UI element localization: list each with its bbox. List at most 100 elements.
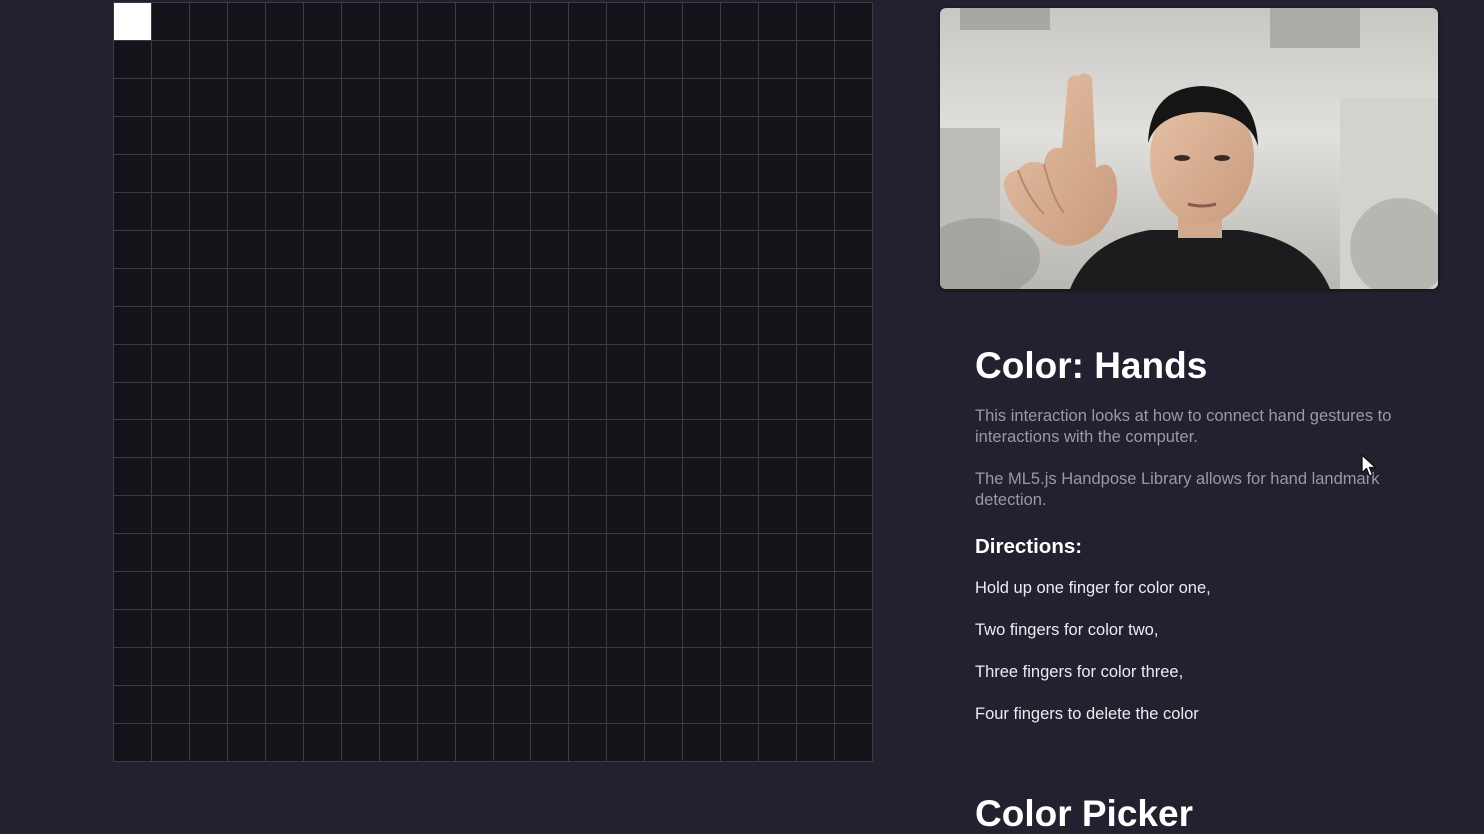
grid-cell[interactable] bbox=[417, 230, 456, 269]
grid-cell[interactable] bbox=[835, 116, 873, 155]
grid-cell[interactable] bbox=[683, 268, 722, 307]
grid-cell[interactable] bbox=[607, 648, 646, 687]
grid-cell[interactable] bbox=[151, 572, 190, 611]
grid-cell[interactable] bbox=[797, 534, 836, 573]
grid-cell[interactable] bbox=[265, 268, 304, 307]
grid-cell[interactable] bbox=[721, 686, 760, 725]
grid-cell[interactable] bbox=[797, 496, 836, 535]
grid-cell[interactable] bbox=[835, 344, 873, 383]
grid-cell[interactable] bbox=[189, 496, 228, 535]
grid-cell[interactable] bbox=[303, 230, 342, 269]
grid-cell[interactable] bbox=[759, 534, 798, 573]
grid-cell[interactable] bbox=[607, 230, 646, 269]
grid-cell[interactable] bbox=[227, 116, 266, 155]
grid-cell[interactable] bbox=[189, 78, 228, 117]
grid-cell[interactable] bbox=[607, 268, 646, 307]
grid-cell[interactable] bbox=[835, 154, 873, 193]
grid-cell[interactable] bbox=[759, 420, 798, 459]
grid-cell[interactable] bbox=[721, 496, 760, 535]
grid-cell[interactable] bbox=[531, 534, 570, 573]
grid-cell[interactable] bbox=[683, 382, 722, 421]
grid-cell[interactable] bbox=[531, 268, 570, 307]
grid-cell[interactable] bbox=[645, 686, 684, 725]
grid-cell[interactable] bbox=[341, 268, 380, 307]
grid-cell[interactable] bbox=[569, 230, 608, 269]
grid-cell[interactable] bbox=[759, 116, 798, 155]
grid-cell[interactable] bbox=[265, 686, 304, 725]
grid-cell[interactable] bbox=[493, 686, 532, 725]
grid-cell[interactable] bbox=[683, 116, 722, 155]
grid-cell[interactable] bbox=[341, 230, 380, 269]
grid-cell[interactable] bbox=[379, 686, 418, 725]
grid-cell[interactable] bbox=[379, 230, 418, 269]
grid-cell[interactable] bbox=[151, 648, 190, 687]
grid-cell[interactable] bbox=[569, 344, 608, 383]
grid-cell[interactable] bbox=[417, 648, 456, 687]
grid-cell[interactable] bbox=[303, 382, 342, 421]
grid-cell[interactable] bbox=[569, 306, 608, 345]
grid-cell[interactable] bbox=[759, 458, 798, 497]
grid-cell[interactable] bbox=[493, 458, 532, 497]
grid-cell[interactable] bbox=[569, 610, 608, 649]
grid-cell[interactable] bbox=[531, 154, 570, 193]
grid-cell[interactable] bbox=[645, 648, 684, 687]
grid-cell[interactable] bbox=[455, 78, 494, 117]
grid-cell[interactable] bbox=[797, 154, 836, 193]
grid-cell[interactable] bbox=[341, 648, 380, 687]
grid-cell[interactable] bbox=[455, 3, 494, 41]
grid-cell[interactable] bbox=[531, 496, 570, 535]
grid-cell[interactable] bbox=[797, 268, 836, 307]
grid-cell[interactable] bbox=[379, 610, 418, 649]
grid-cell[interactable] bbox=[455, 724, 494, 762]
grid-cell[interactable] bbox=[417, 306, 456, 345]
grid-cell[interactable] bbox=[759, 344, 798, 383]
grid-cell[interactable] bbox=[493, 496, 532, 535]
grid-cell[interactable] bbox=[151, 724, 190, 762]
grid-cell[interactable] bbox=[455, 116, 494, 155]
grid-cell[interactable] bbox=[607, 458, 646, 497]
grid-cell[interactable] bbox=[303, 534, 342, 573]
grid-cell[interactable] bbox=[151, 230, 190, 269]
grid-cell[interactable] bbox=[835, 3, 873, 41]
grid-cell[interactable] bbox=[835, 724, 873, 762]
grid-cell[interactable] bbox=[227, 344, 266, 383]
grid-cell[interactable] bbox=[721, 382, 760, 421]
grid-cell[interactable] bbox=[683, 458, 722, 497]
grid-cell[interactable] bbox=[531, 382, 570, 421]
grid-cell[interactable] bbox=[797, 116, 836, 155]
grid-cell[interactable] bbox=[721, 534, 760, 573]
grid-cell[interactable] bbox=[797, 344, 836, 383]
grid-cell[interactable] bbox=[227, 268, 266, 307]
grid-cell[interactable] bbox=[341, 610, 380, 649]
grid-cell[interactable] bbox=[455, 648, 494, 687]
grid-cell[interactable] bbox=[265, 420, 304, 459]
grid-cell[interactable] bbox=[645, 3, 684, 41]
grid-cell[interactable] bbox=[151, 3, 190, 41]
grid-cell[interactable] bbox=[227, 458, 266, 497]
grid-cell[interactable] bbox=[227, 78, 266, 117]
grid-cell[interactable] bbox=[835, 192, 873, 231]
grid-cell[interactable] bbox=[114, 382, 152, 421]
grid-cell[interactable] bbox=[835, 230, 873, 269]
grid-cell[interactable] bbox=[265, 344, 304, 383]
grid-cell[interactable] bbox=[417, 192, 456, 231]
grid-cell[interactable] bbox=[531, 458, 570, 497]
grid-cell[interactable] bbox=[493, 230, 532, 269]
grid-cell[interactable] bbox=[531, 420, 570, 459]
grid-cell[interactable] bbox=[114, 230, 152, 269]
grid-cell[interactable] bbox=[303, 686, 342, 725]
grid-cell[interactable] bbox=[151, 78, 190, 117]
grid-cell[interactable] bbox=[683, 686, 722, 725]
grid-cell[interactable] bbox=[797, 382, 836, 421]
grid-cell[interactable] bbox=[265, 192, 304, 231]
grid-cell[interactable] bbox=[835, 268, 873, 307]
grid-cell[interactable] bbox=[493, 192, 532, 231]
grid-cell[interactable] bbox=[303, 572, 342, 611]
grid-cell[interactable] bbox=[455, 40, 494, 79]
grid-cell[interactable] bbox=[455, 610, 494, 649]
grid-cell[interactable] bbox=[303, 420, 342, 459]
grid-cell[interactable] bbox=[114, 154, 152, 193]
grid-cell[interactable] bbox=[569, 572, 608, 611]
grid-cell[interactable] bbox=[189, 458, 228, 497]
grid-cell[interactable] bbox=[569, 420, 608, 459]
